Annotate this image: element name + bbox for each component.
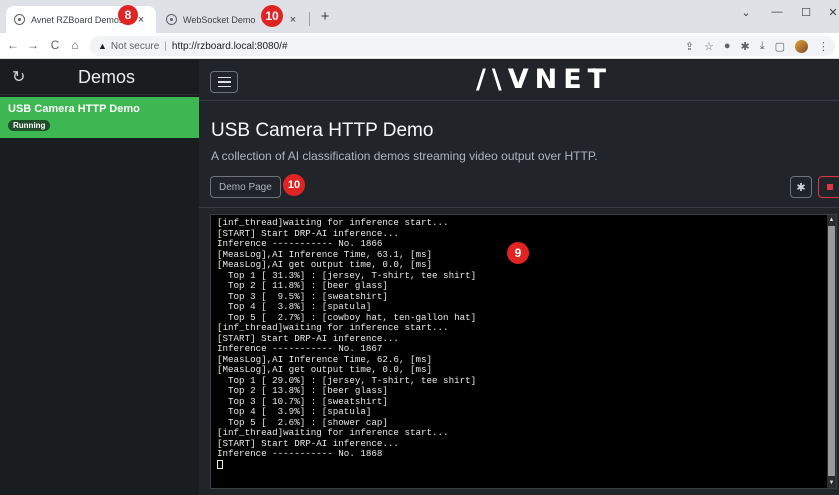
address-bar: ← → C ⌂ ▲ Not secure | http://rzboard.lo…: [0, 33, 839, 59]
scroll-down-icon[interactable]: ▼: [828, 479, 835, 487]
stop-button[interactable]: [818, 176, 839, 198]
sidebar-item-label: USB Camera HTTP Demo: [8, 103, 140, 115]
hamburger-line: [217, 81, 231, 83]
divider: [199, 207, 839, 208]
annotation-callout: 8: [118, 5, 138, 25]
cursor-block: [217, 459, 223, 469]
status-badge: Running: [8, 120, 51, 131]
sidebar-title: Demos: [78, 66, 136, 87]
puzzle-icon[interactable]: ✱: [741, 40, 750, 53]
menu-kebab-icon[interactable]: ⋮: [818, 40, 829, 53]
close-window-button[interactable]: ✕: [822, 6, 839, 19]
page-description: A collection of AI classification demos …: [211, 149, 598, 163]
sidebar-header: ↻ Demos: [0, 60, 199, 95]
profile-avatar[interactable]: [795, 39, 808, 53]
gear-icon: ✱: [796, 181, 806, 194]
refresh-icon[interactable]: ↻: [12, 67, 30, 87]
console-line: [inf_thread]waiting for inference start.…: [217, 217, 449, 228]
tab-search-chevron-icon[interactable]: ⌄: [735, 6, 757, 19]
menu-toggle-button[interactable]: [210, 71, 238, 93]
minimize-button[interactable]: —: [766, 6, 788, 18]
console-line: [MeasLog],AI get output time, 0.0, [ms]: [217, 364, 433, 375]
security-label[interactable]: Not secure: [111, 41, 159, 52]
globe-icon: [166, 14, 177, 25]
main-content: /\VNET ® USB Camera HTTP Demo A collecti…: [199, 60, 839, 495]
console-output[interactable]: [inf_thread]waiting for inference start.…: [210, 214, 837, 489]
reload-icon[interactable]: C: [48, 38, 62, 52]
bookmark-star-icon[interactable]: ☆: [704, 40, 714, 53]
maximize-button[interactable]: ☐: [795, 6, 817, 19]
console-line: Top 4 [ 3.9%] : [spatula]: [217, 406, 372, 417]
globe-icon: [14, 14, 25, 25]
hamburger-line: [217, 76, 231, 79]
console-line: Top 2 [ 13.8%] : [beer glass]: [217, 385, 388, 396]
annotation-callout: 9: [507, 242, 529, 264]
console-line: Top 4 [ 3.8%] : [spatula]: [217, 301, 372, 312]
sidepanel-icon[interactable]: ▢: [775, 40, 785, 53]
tab-title: Avnet RZBoard Demos: [31, 14, 124, 25]
settings-button[interactable]: ✱: [790, 176, 812, 198]
app: ↻ Demos USB Camera HTTP Demo Running /\V…: [0, 60, 839, 495]
trademark-mark: ®: [592, 69, 597, 75]
new-tab-button[interactable]: +: [316, 8, 334, 25]
sidebar-item-usb-camera-http-demo[interactable]: USB Camera HTTP Demo Running: [0, 97, 199, 138]
page-title: USB Camera HTTP Demo: [211, 120, 434, 141]
hamburger-line: [217, 85, 231, 88]
warning-icon: ▲: [98, 41, 107, 51]
toolbar-icons: ⇪ ☆ ● ✱ ⤓ ▢ ⋮: [685, 36, 829, 56]
console-cursor: [217, 459, 822, 471]
url-field[interactable]: ▲ Not secure | http://rzboard.local:8080…: [90, 36, 835, 56]
console-scrollbar[interactable]: ▲ ▼: [827, 215, 836, 488]
tab-close-icon[interactable]: ×: [286, 14, 300, 26]
console-line: Inference ----------- No. 1867: [217, 343, 383, 354]
browser-tab-strip: Avnet RZBoard Demos × WebSocket Demo × +…: [0, 0, 839, 33]
stop-icon: [827, 184, 833, 190]
console-line: Top 2 [ 11.8%] : [beer glass]: [217, 280, 388, 291]
home-icon[interactable]: ⌂: [68, 38, 82, 52]
scrollbar-thumb[interactable]: [828, 226, 835, 476]
share-icon[interactable]: ⇪: [685, 40, 694, 53]
scroll-up-icon[interactable]: ▲: [828, 216, 835, 224]
tab-websocket-demo[interactable]: WebSocket Demo ×: [158, 6, 308, 33]
extension-icon[interactable]: ●: [724, 40, 731, 52]
download-icon[interactable]: ⤓: [760, 40, 765, 53]
divider: [199, 100, 839, 101]
annotation-callout: 10: [261, 5, 283, 27]
back-arrow-icon[interactable]: ←: [6, 38, 20, 52]
url-text[interactable]: http://rzboard.local:8080/#: [172, 41, 288, 52]
tab-divider: [309, 12, 310, 26]
demo-page-button[interactable]: Demo Page: [210, 176, 281, 198]
console-line: Inference ----------- No. 1868: [217, 448, 383, 459]
annotation-callout: 10: [283, 174, 305, 196]
console-line: [inf_thread]waiting for inference start.…: [217, 427, 449, 438]
forward-arrow-icon[interactable]: →: [26, 38, 40, 52]
sidebar: ↻ Demos USB Camera HTTP Demo Running: [0, 60, 199, 495]
omnibox-divider: |: [164, 40, 167, 52]
console-line: [inf_thread]waiting for inference start.…: [217, 322, 449, 333]
